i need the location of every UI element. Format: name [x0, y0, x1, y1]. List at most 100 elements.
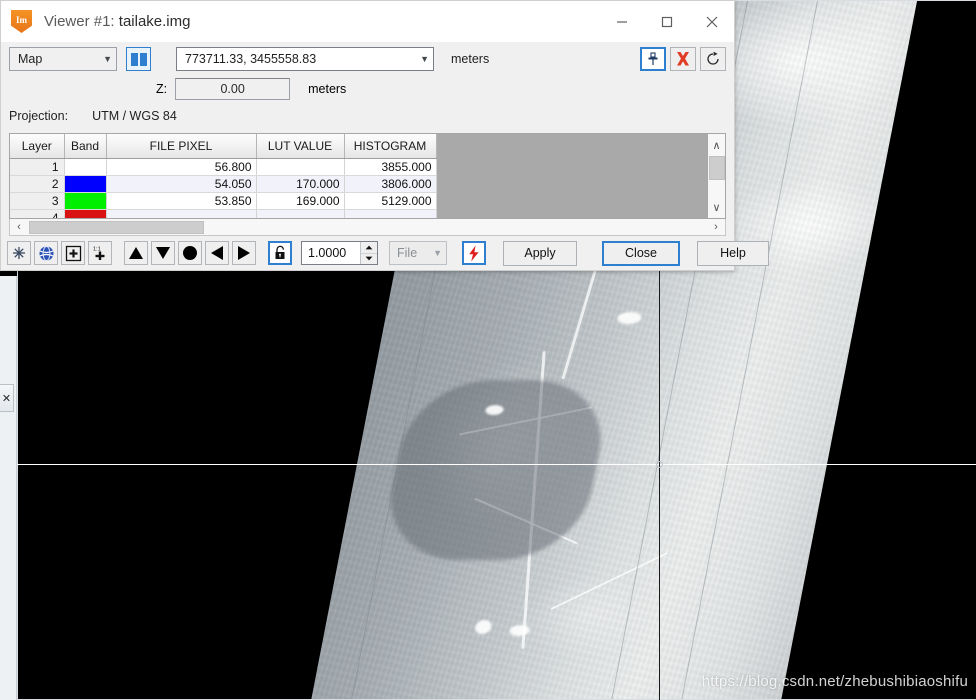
scale-stepper[interactable]: 1.0000: [301, 241, 378, 265]
boxed-plus-icon: [65, 245, 81, 261]
layer-table-body: 1 56.800 3855.000 2 54.050 170.000 3806.000 3 53…: [10, 158, 437, 218]
vertical-scroll-track[interactable]: [708, 180, 725, 196]
coordinate-system-value: Map: [18, 52, 43, 66]
coordinate-system-select[interactable]: Map ▼: [9, 47, 117, 71]
cell-band-color[interactable]: [64, 158, 107, 176]
cell-file-pixel: 56.800: [106, 158, 257, 176]
move-up-button[interactable]: [124, 241, 148, 265]
zoom-in-box-button[interactable]: [61, 241, 85, 265]
cell-band-color[interactable]: [64, 209, 107, 218]
viewer-dialog: Im Viewer #1: tailake.img Map ▼ 773711.3…: [0, 0, 769, 271]
arrow-down-icon: [156, 247, 170, 259]
scroll-up-arrow[interactable]: ∧: [708, 134, 725, 156]
one-to-one-zoom-button[interactable]: 1:1: [88, 241, 112, 265]
band-color-swatch: [64, 192, 106, 209]
cell-lut-value: [256, 158, 345, 176]
coordinate-row: Map ▼ 773711.33, 3455558.83 ▼ meters: [1, 43, 734, 75]
lock-toggle-button[interactable]: [268, 241, 292, 265]
coordinate-input[interactable]: 773711.33, 3455558.83 ▼: [176, 47, 434, 71]
projection-value: UTM / WGS 84: [92, 109, 177, 123]
move-left-button[interactable]: [205, 241, 229, 265]
close-icon: [706, 16, 717, 27]
table-row[interactable]: 1 56.800 3855.000: [10, 158, 437, 176]
dialog-body: Map ▼ 773711.33, 3455558.83 ▼ meters Z: …: [1, 43, 769, 266]
layer-table: Layer Band FILE PIXEL LUT VALUE HISTOGRA…: [10, 134, 437, 218]
column-header-histogram[interactable]: HISTOGRAM: [344, 134, 437, 159]
cell-histogram: 5129.000: [344, 192, 437, 210]
asterisk-button[interactable]: [7, 241, 31, 265]
close-window-button[interactable]: [689, 1, 734, 43]
dialog-title: Viewer #1: tailake.img: [44, 13, 190, 30]
vertical-scroll-thumb[interactable]: [708, 156, 725, 180]
spinner-up-icon: [365, 245, 373, 250]
horizontal-scroll-thumb[interactable]: [29, 220, 204, 234]
maximize-button[interactable]: [644, 1, 689, 43]
circle-icon: [183, 246, 197, 260]
close-dialog-button[interactable]: Close: [602, 240, 680, 266]
table-row[interactable]: 2 54.050 170.000 3806.000: [10, 175, 437, 193]
table-row[interactable]: 4: [10, 209, 437, 218]
column-header-band[interactable]: Band: [64, 134, 107, 159]
refresh-button[interactable]: [700, 47, 726, 71]
cell-layer: 2: [10, 175, 65, 193]
help-button[interactable]: Help: [697, 240, 769, 266]
cell-histogram: [344, 209, 437, 218]
cell-layer: 1: [10, 158, 65, 176]
arrow-up-icon: [129, 247, 143, 259]
file-menu-select[interactable]: File ▼: [389, 241, 447, 265]
globe-button[interactable]: [34, 241, 58, 265]
dual-pane-toggle-button[interactable]: [126, 47, 151, 71]
cell-lut-value: 170.000: [256, 175, 345, 193]
coordinate-value: 773711.33, 3455558.83: [185, 52, 317, 66]
pin-button[interactable]: [640, 47, 666, 71]
stop-button[interactable]: [178, 241, 202, 265]
minimize-icon: [616, 20, 627, 23]
move-right-button[interactable]: [232, 241, 256, 265]
panel-close-tab[interactable]: ✕: [0, 384, 14, 412]
scroll-down-arrow[interactable]: ∨: [708, 196, 725, 218]
dual-pane-icon: [130, 52, 138, 66]
minimize-button[interactable]: [599, 1, 644, 43]
layer-table-scrollport[interactable]: Layer Band FILE PIXEL LUT VALUE HISTOGRA…: [9, 133, 708, 219]
crosshair-center-marker: [656, 461, 663, 468]
cell-band-color[interactable]: [64, 192, 107, 210]
table-vertical-scrollbar[interactable]: ∧ ∨: [708, 133, 726, 219]
cell-band-color[interactable]: [64, 175, 107, 193]
one-to-one-plus-icon: 1:1: [93, 247, 105, 260]
scroll-right-arrow[interactable]: ›: [707, 221, 725, 233]
scale-decrement-button[interactable]: [361, 253, 377, 264]
column-header-lut-value[interactable]: LUT VALUE: [256, 134, 345, 159]
move-down-button[interactable]: [151, 241, 175, 265]
z-input[interactable]: 0.00: [175, 78, 291, 100]
scroll-left-arrow[interactable]: ‹: [10, 221, 28, 233]
apply-button[interactable]: Apply: [503, 240, 577, 266]
cell-layer: 4: [10, 209, 65, 218]
chevron-down-icon: ▼: [433, 248, 442, 258]
band-color-swatch: [64, 175, 106, 192]
table-horizontal-scrollbar[interactable]: ‹ ›: [9, 219, 726, 236]
globe-icon: [39, 245, 53, 261]
scale-increment-button[interactable]: [361, 242, 377, 254]
left-edge-panel: [0, 276, 17, 700]
cell-layer: 3: [10, 192, 65, 210]
projection-row: Projection: UTM / WGS 84: [1, 103, 734, 129]
table-row[interactable]: 3 53.850 169.000 5129.000: [10, 192, 437, 210]
dialog-titlebar[interactable]: Im Viewer #1: tailake.img: [1, 1, 734, 43]
app-shield-icon: Im: [11, 10, 32, 33]
bottom-toolbar: 1:1 1.0000 File ▼ Apply Close Help: [1, 236, 769, 266]
file-menu-label: File: [397, 246, 418, 260]
z-row: Z: 0.00 meters: [1, 75, 734, 103]
dialog-title-filename: tailake.img: [118, 13, 191, 30]
quick-apply-button[interactable]: [462, 241, 486, 265]
asterisk-icon: [13, 247, 25, 259]
cell-file-pixel: [106, 209, 257, 218]
column-header-layer[interactable]: Layer: [10, 134, 65, 159]
chevron-down-icon: ▼: [420, 54, 429, 64]
scale-input[interactable]: 1.0000: [302, 242, 360, 264]
delete-button[interactable]: [670, 47, 696, 71]
cell-lut-value: [256, 209, 345, 218]
column-header-file-pixel[interactable]: FILE PIXEL: [106, 134, 257, 159]
z-units-label: meters: [308, 82, 347, 96]
dialog-title-prefix: Viewer #1:: [44, 13, 115, 30]
coordinate-units-label: meters: [451, 52, 490, 66]
